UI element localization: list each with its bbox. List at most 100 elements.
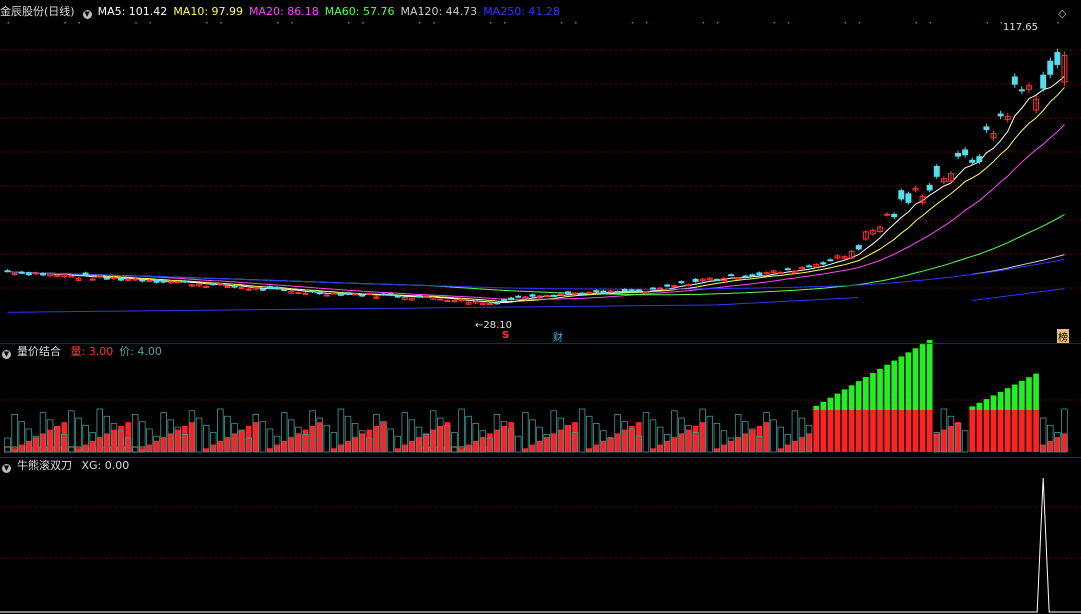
- vol-red-bar: [636, 422, 642, 452]
- high-price-label: 117.65: [1003, 22, 1038, 33]
- vol-red-bar: [345, 440, 351, 452]
- candle-body: [309, 290, 316, 293]
- ma-legend-item-5: MA250: 41.28: [483, 5, 560, 18]
- signal-dot: [929, 22, 932, 24]
- vol-red-bar: [267, 448, 273, 452]
- candle-body: [1011, 76, 1018, 85]
- candle-body: [614, 291, 621, 294]
- vol-red-bar: [955, 422, 961, 452]
- candle-body: [82, 272, 89, 276]
- candle-body: [926, 184, 933, 191]
- candle-body: [1047, 60, 1054, 75]
- vol-red-bar: [763, 422, 770, 452]
- vol-price-bar: [578, 408, 586, 453]
- vol-panel-title[interactable]: 量价结合: [17, 345, 61, 358]
- vol-red-bar: [1026, 410, 1032, 452]
- vol-green-bar: [834, 393, 841, 410]
- vol-green-bar: [827, 397, 834, 410]
- vol-green-bar: [997, 391, 1004, 410]
- vol-red-bar: [1061, 433, 1068, 452]
- signal-dot: [915, 22, 917, 24]
- signal-dot: [773, 22, 776, 24]
- vol-red-bar: [338, 444, 344, 452]
- vol-price-bar: [11, 414, 18, 453]
- candle-body: [735, 277, 742, 280]
- ma-legend: MA5: 101.42 MA10: 97.99 MA20: 86.18 MA60: 5…: [98, 5, 566, 18]
- candle-body: [969, 159, 976, 163]
- vol-red-bar: [96, 437, 103, 452]
- vol-red-bar: [430, 429, 436, 452]
- vol-red-bar: [252, 422, 259, 452]
- vol-red-bar: [742, 433, 749, 452]
- collapse-icon[interactable]: ▼: [2, 464, 11, 473]
- vol-red-bar: [1019, 410, 1025, 452]
- candle-body: [515, 295, 522, 298]
- candle-body: [352, 293, 359, 296]
- signal-dot: [78, 22, 80, 24]
- vol-green-bar: [976, 402, 983, 410]
- vol-price-bar: [585, 415, 593, 453]
- vol-red-bar: [614, 433, 621, 452]
- vol-price-bar: [323, 424, 330, 453]
- marker-s[interactable]: S: [502, 330, 509, 341]
- vol-red-bar: [855, 410, 862, 452]
- signal-dot: [362, 22, 364, 24]
- vol-red-bar: [593, 444, 600, 452]
- vol-red-bar: [628, 425, 635, 452]
- vol-red-bar: [501, 425, 507, 452]
- ind-panel-title[interactable]: 牛熊滚双刀: [17, 459, 72, 472]
- candle-body: [891, 213, 898, 218]
- candle-body: [593, 290, 600, 293]
- stock-title[interactable]: 金辰股份(日线): [0, 5, 75, 18]
- candle-body: [118, 277, 125, 281]
- vol-red-bar: [692, 425, 699, 452]
- vol-red-bar: [884, 410, 890, 452]
- vol-yellow-bar: [4, 446, 11, 453]
- vol-red-bar: [863, 410, 869, 452]
- collapse-icon[interactable]: ▼: [82, 10, 92, 19]
- vol-red-bar: [1054, 437, 1061, 452]
- ind-panel-header: ▼ 牛熊滚双刀 XG: 0.00: [0, 459, 141, 473]
- marker-bang[interactable]: 榜: [1057, 329, 1069, 344]
- signal-dot: [716, 22, 719, 24]
- vol-red-bar: [238, 429, 245, 452]
- candle-body: [89, 278, 96, 281]
- ma-line-250-tail: [972, 288, 1065, 301]
- vol-red-bar: [784, 444, 791, 452]
- vol-red-bar: [118, 425, 124, 452]
- vol-red-bar: [600, 440, 607, 452]
- settings-diamond-icon[interactable]: ◇: [1058, 7, 1066, 20]
- vol-red-bar: [735, 437, 741, 452]
- candle-body: [181, 280, 188, 283]
- candle-body: [444, 300, 451, 303]
- vol-red-bar: [721, 444, 727, 452]
- vol-green-bar: [969, 406, 976, 410]
- candle-body: [323, 294, 330, 297]
- candle-body: [110, 277, 117, 280]
- vol-red-bar: [919, 410, 926, 452]
- candle-body: [359, 294, 366, 297]
- vol-green-bar: [848, 385, 855, 410]
- ma-line-5: [7, 75, 1065, 304]
- marker-cai[interactable]: 财: [553, 329, 563, 344]
- vol-price-bar: [713, 423, 721, 453]
- candle-body: [621, 288, 628, 292]
- candle-body: [267, 286, 273, 289]
- candle-body: [529, 294, 536, 297]
- vol-red-bar: [941, 429, 947, 452]
- vol-red-bar: [678, 433, 685, 452]
- vol-green-bar: [813, 405, 820, 410]
- vol-red-bar: [274, 444, 280, 452]
- candle-body: [281, 289, 288, 292]
- candle-body: [146, 279, 153, 282]
- collapse-icon[interactable]: ▼: [2, 350, 11, 359]
- vol-red-bar: [813, 410, 820, 452]
- vol-red-bar: [18, 444, 25, 452]
- candle-body: [1054, 52, 1061, 65]
- vol-red-bar: [990, 410, 997, 452]
- ind-legend-item-0: XG: 0.00: [81, 459, 130, 472]
- ma-line-250: [7, 258, 1065, 290]
- candle-body: [898, 190, 905, 200]
- vol-red-bar: [409, 440, 415, 452]
- candle-body: [274, 286, 281, 290]
